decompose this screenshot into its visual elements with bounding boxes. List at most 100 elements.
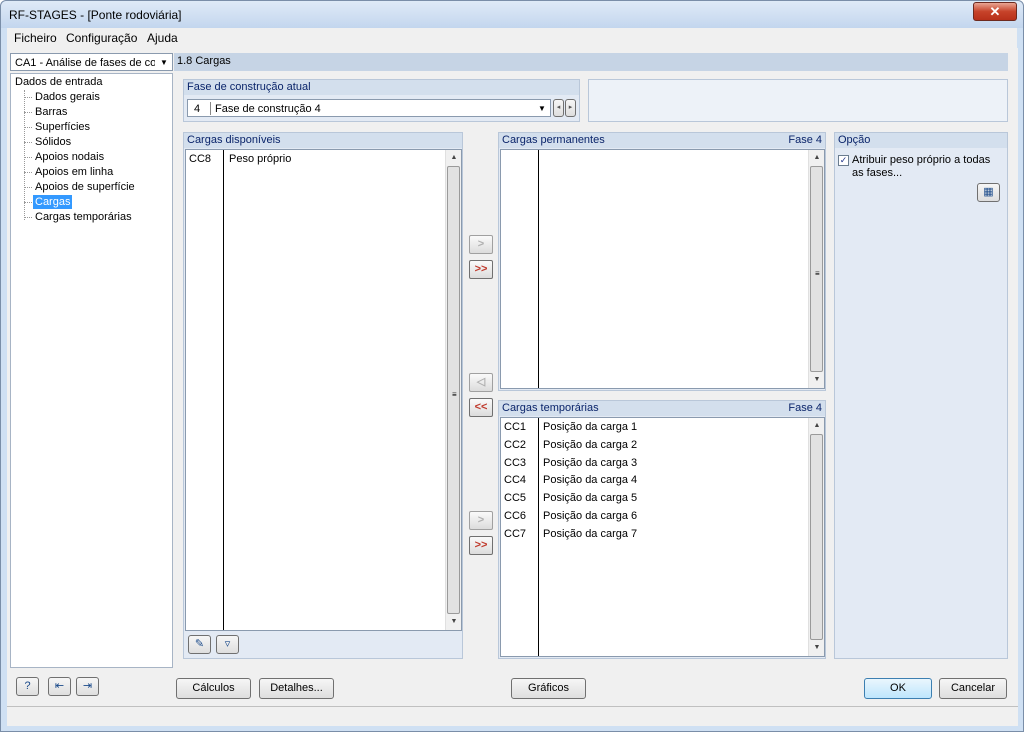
menu-ajuda[interactable]: Ajuda <box>147 31 178 45</box>
permanent-loads-list[interactable]: ▲ ≡ ▼ <box>500 149 825 389</box>
permanent-loads-title: Cargas permanentes Fase 4 <box>499 133 825 148</box>
table-row-id[interactable]: CC5 <box>504 490 526 507</box>
option-panel: Opção ✓ Atribuir peso próprio a todas as… <box>834 132 1008 659</box>
table-row-name[interactable]: Posição da carga 6 <box>543 508 637 525</box>
title-bar[interactable]: RF-STAGES - [Ponte rodoviária] ✕ <box>1 1 1023 28</box>
table-row-name[interactable]: Posição da carga 4 <box>543 472 637 489</box>
list-item-id[interactable]: CC8 <box>189 151 211 168</box>
grip-icon: ≡ <box>815 269 820 278</box>
available-loads-list[interactable]: CC8 Peso próprio ▲ ≡ ▼ <box>185 149 462 631</box>
scroll-thumb[interactable]: ≡ <box>447 166 460 614</box>
current-stage-label: Fase de construção atual <box>184 80 579 95</box>
case-selector[interactable]: CA1 - Análise de fases de const ▼ <box>10 53 173 71</box>
tree-item-apoios-em-linha[interactable]: Apoios em linha <box>33 165 115 179</box>
close-button[interactable]: ✕ <box>973 2 1017 21</box>
next-stage-button[interactable]: ▸ <box>565 99 576 117</box>
table-row-id[interactable]: CC6 <box>504 508 526 525</box>
tree-connector <box>24 112 32 113</box>
scroll-down-icon[interactable]: ▼ <box>809 640 824 656</box>
column-divider <box>223 150 224 630</box>
move-selected-to-permanent-button[interactable]: > <box>469 235 493 254</box>
table-row-id[interactable]: CC1 <box>504 419 526 436</box>
assign-self-weight-checkbox[interactable]: ✓ <box>838 155 849 166</box>
cancel-button[interactable]: Cancelar <box>939 678 1007 699</box>
window-title: RF-STAGES - [Ponte rodoviária] <box>9 8 182 22</box>
temporary-loads-list[interactable]: CC1 Posição da carga 1 CC2 Posição da ca… <box>500 417 825 657</box>
menu-bar: Ficheiro Configuração Ajuda <box>7 28 1017 48</box>
scroll-up-icon[interactable]: ▲ <box>809 418 824 434</box>
permanent-phase: Fase 4 <box>788 134 822 146</box>
move-selected-to-temporary-button[interactable]: > <box>469 511 493 530</box>
import-icon[interactable]: ⇤ <box>48 677 71 696</box>
edit-phases-button[interactable]: ▦ <box>977 183 1000 202</box>
tree-item-cargas-temporarias[interactable]: Cargas temporárias <box>33 210 134 224</box>
tree-item-solidos[interactable]: Sólidos <box>33 135 73 149</box>
stage-selector[interactable]: 4 Fase de construção 4 ▼ <box>187 99 551 117</box>
scrollbar[interactable]: ▲ ≡ ▼ <box>445 150 461 630</box>
scroll-down-icon[interactable]: ▼ <box>446 614 461 630</box>
scroll-down-icon[interactable]: ▼ <box>809 372 824 388</box>
stage-info-panel <box>588 79 1008 122</box>
previous-stage-button[interactable]: ◂ <box>553 99 564 117</box>
table-row-id[interactable]: CC4 <box>504 472 526 489</box>
navigation-tree: Dados de entrada Dados gerais Barras Sup… <box>10 73 173 668</box>
move-selected-back-button[interactable]: ◁ <box>469 373 493 392</box>
case-selector-value: CA1 - Análise de fases de const <box>15 57 155 69</box>
scroll-up-icon[interactable]: ▲ <box>446 150 461 166</box>
status-bar <box>7 706 1018 726</box>
tree-connector <box>24 217 32 218</box>
table-row-name[interactable]: Posição da carga 2 <box>543 437 637 454</box>
tree-connector <box>24 202 32 203</box>
tree-item-apoios-nodais[interactable]: Apoios nodais <box>33 150 106 164</box>
client-area: CA1 - Análise de fases de const ▼ Dados … <box>7 48 1018 706</box>
tree-root[interactable]: Dados de entrada <box>15 76 102 88</box>
tree-item-superficies[interactable]: Superfícies <box>33 120 92 134</box>
scroll-up-icon[interactable]: ▲ <box>809 150 824 166</box>
tree-connector <box>24 97 32 98</box>
table-row-name[interactable]: Posição da carga 1 <box>543 419 637 436</box>
table-row-name[interactable]: Posição da carga 5 <box>543 490 637 507</box>
temporary-loads-title: Cargas temporárias Fase 4 <box>499 401 825 416</box>
move-all-back-button[interactable]: << <box>469 398 493 417</box>
grip-icon: ≡ <box>452 390 457 399</box>
table-row-name[interactable]: Posição da carga 3 <box>543 455 637 472</box>
temporary-phase: Fase 4 <box>788 402 822 414</box>
graphics-button[interactable]: Gráficos <box>511 678 586 699</box>
tree-item-apoios-de-superficie[interactable]: Apoios de superfície <box>33 180 137 194</box>
ok-button[interactable]: OK <box>864 678 932 699</box>
menu-configuracao[interactable]: Configuração <box>66 31 137 45</box>
export-icon[interactable]: ⇥ <box>76 677 99 696</box>
tree-connector <box>24 157 32 158</box>
scroll-thumb[interactable]: ≡ <box>810 166 823 372</box>
help-icon[interactable]: ? <box>16 677 39 696</box>
available-loads-panel: Cargas disponíveis CC8 Peso próprio ▲ ≡ … <box>183 132 463 659</box>
tree-item-cargas[interactable]: Cargas <box>33 195 73 209</box>
move-all-to-permanent-button[interactable]: >> <box>469 260 493 279</box>
scroll-thumb[interactable] <box>810 434 823 640</box>
calculations-button[interactable]: Cálculos <box>176 678 251 699</box>
column-divider <box>538 150 539 388</box>
scrollbar[interactable]: ▲ ▼ <box>808 418 824 656</box>
scrollbar[interactable]: ▲ ≡ ▼ <box>808 150 824 388</box>
tree-connector <box>24 127 32 128</box>
menu-ficheiro[interactable]: Ficheiro <box>14 31 57 45</box>
option-title: Opção <box>835 133 1007 148</box>
move-all-to-temporary-button[interactable]: >> <box>469 536 493 555</box>
table-row-id[interactable]: CC2 <box>504 437 526 454</box>
tree-connector <box>24 90 25 220</box>
table-row-id[interactable]: CC3 <box>504 455 526 472</box>
table-row-name[interactable]: Posição da carga 7 <box>543 526 637 543</box>
tree-connector <box>24 172 32 173</box>
details-button[interactable]: Detalhes... <box>259 678 334 699</box>
stage-name: Fase de construção 4 <box>215 103 321 115</box>
list-item-name[interactable]: Peso próprio <box>229 151 291 168</box>
filter-icon[interactable]: ▿ <box>216 635 239 654</box>
tree-item-barras[interactable]: Barras <box>33 105 69 119</box>
select-loads-button[interactable]: ✎ <box>188 635 211 654</box>
available-loads-title: Cargas disponíveis <box>184 133 462 148</box>
table-row-id[interactable]: CC7 <box>504 526 526 543</box>
chevron-down-icon: ▼ <box>160 58 168 67</box>
tree-item-dados-gerais[interactable]: Dados gerais <box>33 90 102 104</box>
temporary-loads-panel: Cargas temporárias Fase 4 CC1 Posição da… <box>498 400 826 659</box>
current-stage-panel: Fase de construção atual 4 Fase de const… <box>183 79 580 122</box>
